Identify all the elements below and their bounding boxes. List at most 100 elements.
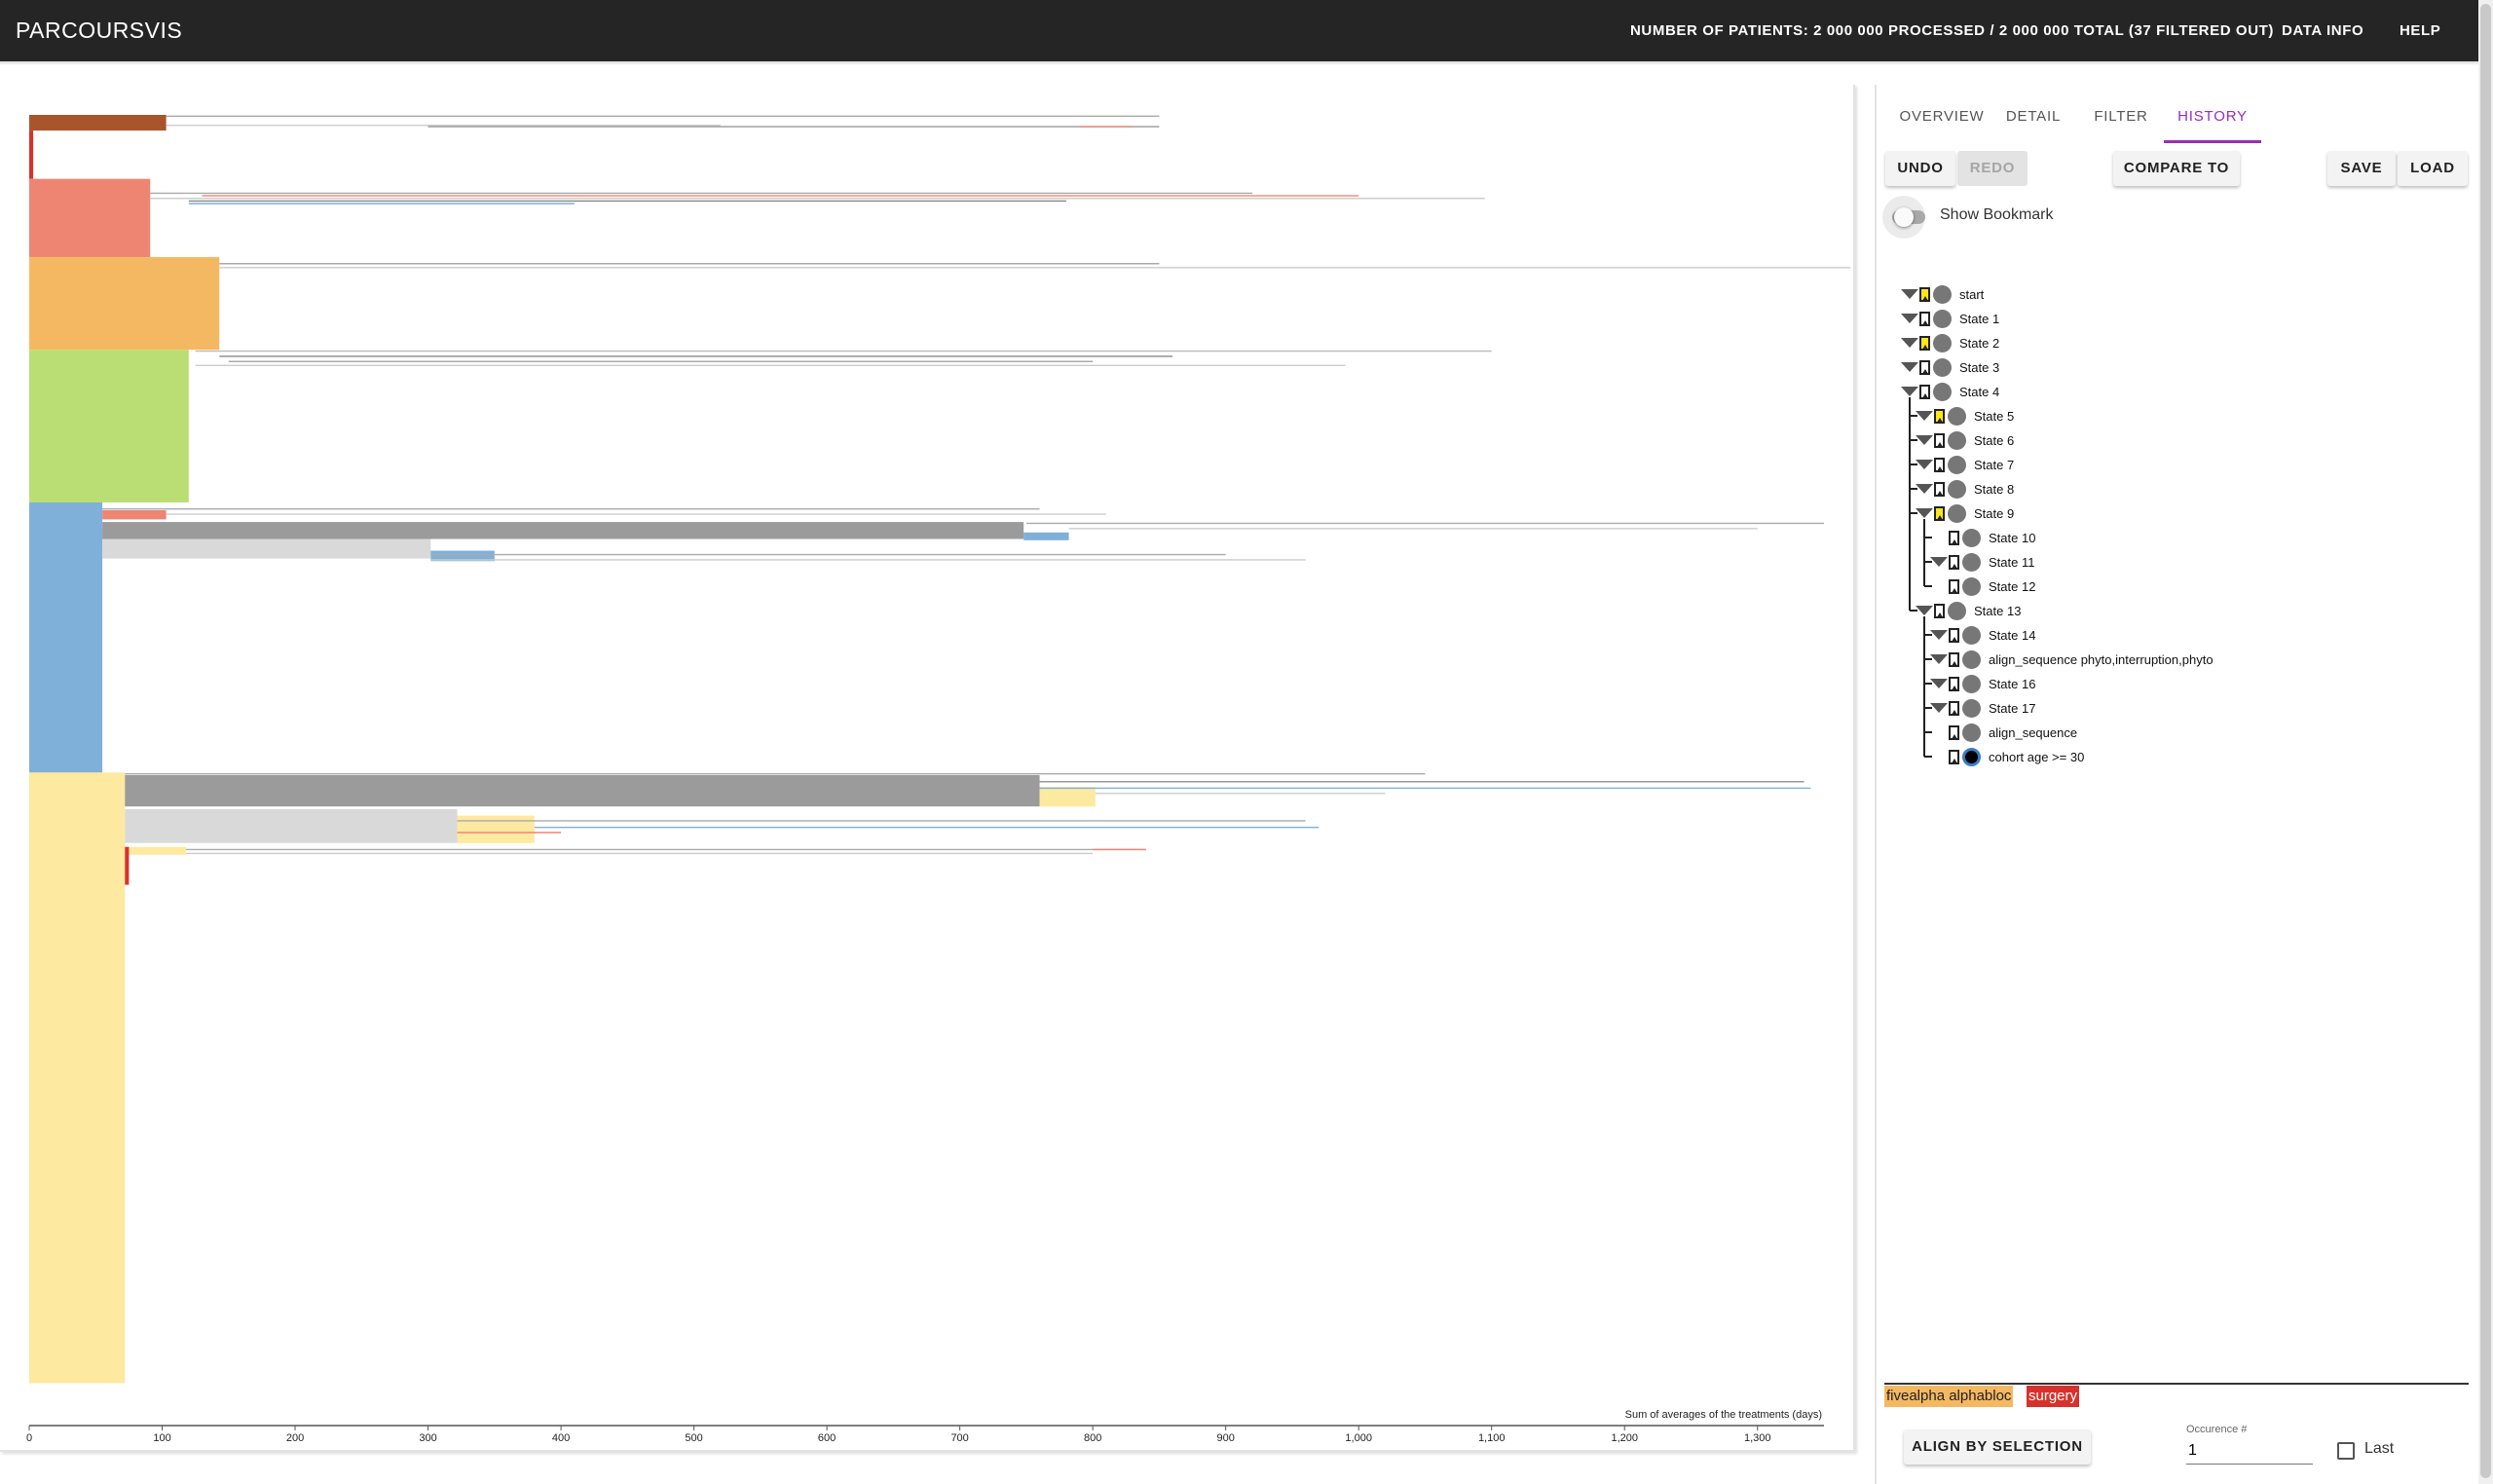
state-circle-icon[interactable] (1933, 333, 1952, 352)
bookmark-icon[interactable] (1949, 530, 1959, 545)
history-node[interactable]: start (1901, 283, 1984, 305)
redo-button[interactable]: REDO (1957, 151, 2028, 186)
history-node[interactable]: align_sequence phyto,interruption,phyto (1930, 649, 2214, 670)
bookmark-icon[interactable] (1949, 700, 1959, 716)
help-button[interactable]: HELP (2400, 0, 2440, 61)
history-node[interactable]: State 10 (1930, 527, 2035, 548)
state-circle-icon[interactable] (1962, 576, 1981, 596)
treatment-block-gray_light[interactable] (102, 538, 431, 559)
state-circle-icon[interactable] (1933, 309, 1952, 328)
bookmark-icon[interactable] (1934, 457, 1945, 472)
state-circle-icon[interactable] (1948, 430, 1966, 450)
compare-to-button[interactable]: COMPARE TO (2113, 151, 2240, 186)
bookmark-icon[interactable] (1919, 359, 1930, 375)
bookmark-icon[interactable] (1934, 432, 1945, 448)
bookmark-icon[interactable] (1919, 311, 1930, 326)
state-circle-icon[interactable] (1933, 284, 1952, 304)
sankey-icicle-chart[interactable]: 0 100 200 300 400 500 600 700 800 900 1,000 1,100 1,… (0, 0, 1853, 1461)
load-button[interactable]: LOAD (2398, 151, 2468, 186)
state-circle-icon[interactable] (1948, 455, 1966, 474)
expand-triangle-icon[interactable] (1930, 630, 1948, 640)
expand-triangle-icon[interactable] (1930, 557, 1948, 567)
history-node[interactable]: State 14 (1930, 624, 2035, 646)
state-circle-icon[interactable] (1962, 625, 1981, 645)
history-node[interactable]: State 11 (1930, 551, 2034, 573)
state-circle-icon[interactable] (1962, 552, 1981, 572)
expand-triangle-icon[interactable] (1901, 289, 1918, 299)
treatment-block-blue[interactable] (29, 501, 103, 773)
state-circle-icon[interactable] (1948, 479, 1966, 499)
treatment-block-blue[interactable] (1023, 532, 1069, 540)
history-node[interactable]: State 8 (1916, 478, 2014, 500)
bookmark-icon[interactable] (1949, 578, 1959, 594)
history-node[interactable]: State 9 (1916, 502, 2014, 524)
expand-triangle-icon[interactable] (1930, 679, 1948, 688)
treatment-block-salmon[interactable] (102, 510, 167, 520)
page-scrollbar-thumb[interactable] (2480, 4, 2491, 1478)
bookmark-icon[interactable] (1949, 749, 1959, 764)
history-node[interactable]: State 6 (1916, 429, 2014, 451)
expand-triangle-icon[interactable] (1901, 314, 1918, 323)
history-node[interactable]: State 4 (1901, 381, 1999, 402)
selection-chip-fivealpha[interactable]: fivealpha alphabloc (1884, 1386, 2014, 1407)
occurrence-input[interactable] (2186, 1438, 2313, 1465)
treatment-block-surgery[interactable] (29, 130, 34, 179)
bookmark-icon[interactable] (1949, 627, 1959, 643)
treatment-block-brown[interactable] (29, 115, 167, 131)
data-info-button[interactable]: DATA INFO (2282, 0, 2363, 61)
treatment-block-green[interactable] (29, 350, 189, 502)
treatment-block-yellow[interactable] (29, 772, 126, 1384)
history-node[interactable]: State 12 (1930, 575, 2035, 597)
treatment-block-gray_dark[interactable] (102, 522, 1024, 539)
tab-overview[interactable]: OVERVIEW (1892, 95, 1991, 140)
history-node[interactable]: State 5 (1916, 405, 2014, 427)
state-circle-icon[interactable] (1948, 406, 1966, 426)
bookmark-icon[interactable] (1934, 505, 1945, 521)
expand-triangle-icon[interactable] (1901, 338, 1918, 348)
treatment-block-surgery[interactable] (125, 846, 130, 885)
treatment-block-gray_light[interactable] (125, 808, 458, 843)
expand-triangle-icon[interactable] (1930, 654, 1948, 664)
history-node[interactable]: cohort age >= 30 (1930, 746, 2084, 767)
current-state-icon[interactable] (1962, 747, 1981, 766)
state-circle-icon[interactable] (1948, 601, 1966, 620)
history-node[interactable]: State 13 (1916, 600, 2021, 621)
expand-triangle-icon[interactable] (1916, 508, 1933, 518)
expand-triangle-icon[interactable] (1901, 362, 1918, 372)
history-node[interactable]: State 7 (1916, 454, 2014, 475)
state-circle-icon[interactable] (1962, 649, 1981, 669)
expand-triangle-icon[interactable] (1916, 606, 1933, 615)
treatment-block-yellow[interactable] (1039, 787, 1096, 807)
treatment-block-yellow[interactable] (125, 846, 187, 855)
bookmark-icon[interactable] (1949, 676, 1959, 691)
treatment-block-gray_dark[interactable] (125, 775, 1040, 807)
history-node[interactable]: State 16 (1930, 673, 2035, 694)
last-checkbox[interactable] (2337, 1442, 2355, 1460)
tab-history[interactable]: HISTORY (2164, 95, 2261, 143)
tab-filter[interactable]: FILTER (2087, 95, 2155, 140)
state-circle-icon[interactable] (1962, 674, 1981, 693)
undo-button[interactable]: UNDO (1885, 151, 1955, 186)
history-node[interactable]: State 17 (1930, 697, 2035, 719)
align-by-selection-button[interactable]: ALIGN BY SELECTION (1904, 1429, 2091, 1465)
history-node[interactable]: State 3 (1901, 356, 1999, 378)
bookmark-icon[interactable] (1949, 554, 1959, 570)
treatment-block-fivealpha_alphabloc[interactable] (29, 257, 220, 351)
selection-chip-surgery[interactable]: surgery (2027, 1386, 2080, 1407)
state-circle-icon[interactable] (1933, 357, 1952, 377)
expand-triangle-icon[interactable] (1930, 703, 1948, 713)
state-circle-icon[interactable] (1962, 723, 1981, 742)
treatment-block-yellow[interactable] (457, 815, 535, 843)
save-button[interactable]: SAVE (2327, 151, 2396, 186)
state-circle-icon[interactable] (1962, 698, 1981, 718)
bookmark-toggle-switch[interactable] (1894, 207, 1914, 227)
expand-triangle-icon[interactable] (1916, 460, 1933, 469)
history-node[interactable]: State 2 (1901, 332, 1999, 353)
history-node[interactable]: State 1 (1901, 308, 1999, 329)
history-node[interactable]: align_sequence (1930, 722, 2077, 743)
expand-triangle-icon[interactable] (1916, 411, 1933, 421)
state-circle-icon[interactable] (1933, 382, 1952, 401)
bookmark-icon[interactable] (1934, 408, 1945, 424)
bookmark-icon[interactable] (1949, 724, 1959, 740)
state-circle-icon[interactable] (1948, 503, 1966, 523)
